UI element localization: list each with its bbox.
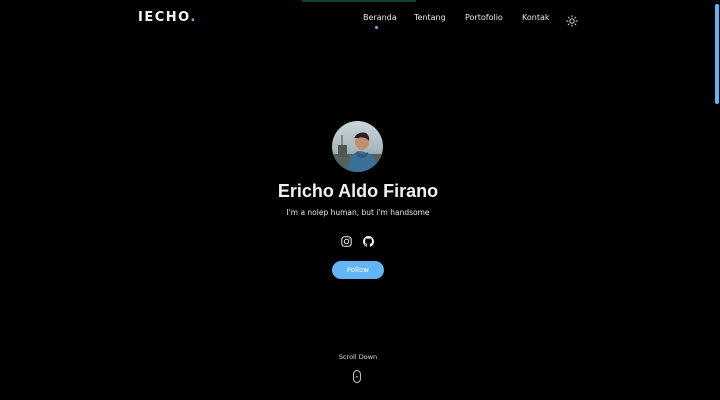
avatar	[332, 121, 383, 172]
active-nav-indicator	[375, 26, 378, 29]
instagram-icon[interactable]	[341, 232, 352, 247]
mouse-icon[interactable]	[353, 368, 361, 383]
navbar: IECHO. Beranda Tentang Portofolio Kontak	[0, 0, 710, 38]
profile-name: Ericho Aldo Firano	[277, 181, 439, 201]
nav-link-kontak[interactable]: Kontak	[522, 13, 549, 22]
scrollbar[interactable]	[713, 0, 720, 400]
sun-icon[interactable]	[566, 12, 578, 27]
scrollbar-thumb[interactable]	[715, 4, 719, 104]
nav-link-beranda[interactable]: Beranda	[363, 13, 397, 22]
logo-dot: .	[190, 10, 197, 25]
logo-text: IECHO	[138, 10, 191, 25]
scroll-down-label: Scroll Down	[338, 353, 378, 361]
logo[interactable]: IECHO.	[138, 10, 197, 25]
github-icon[interactable]	[363, 232, 374, 247]
page: IECHO. Beranda Tentang Portofolio Kontak	[0, 0, 720, 400]
profile-tagline: I'm a nolep human, but i'm handsome	[286, 208, 430, 217]
nav-link-tentang[interactable]: Tentang	[414, 13, 446, 22]
follow-button[interactable]: Follow	[332, 261, 384, 279]
nav-link-portofolio[interactable]: Portofolio	[465, 13, 503, 22]
